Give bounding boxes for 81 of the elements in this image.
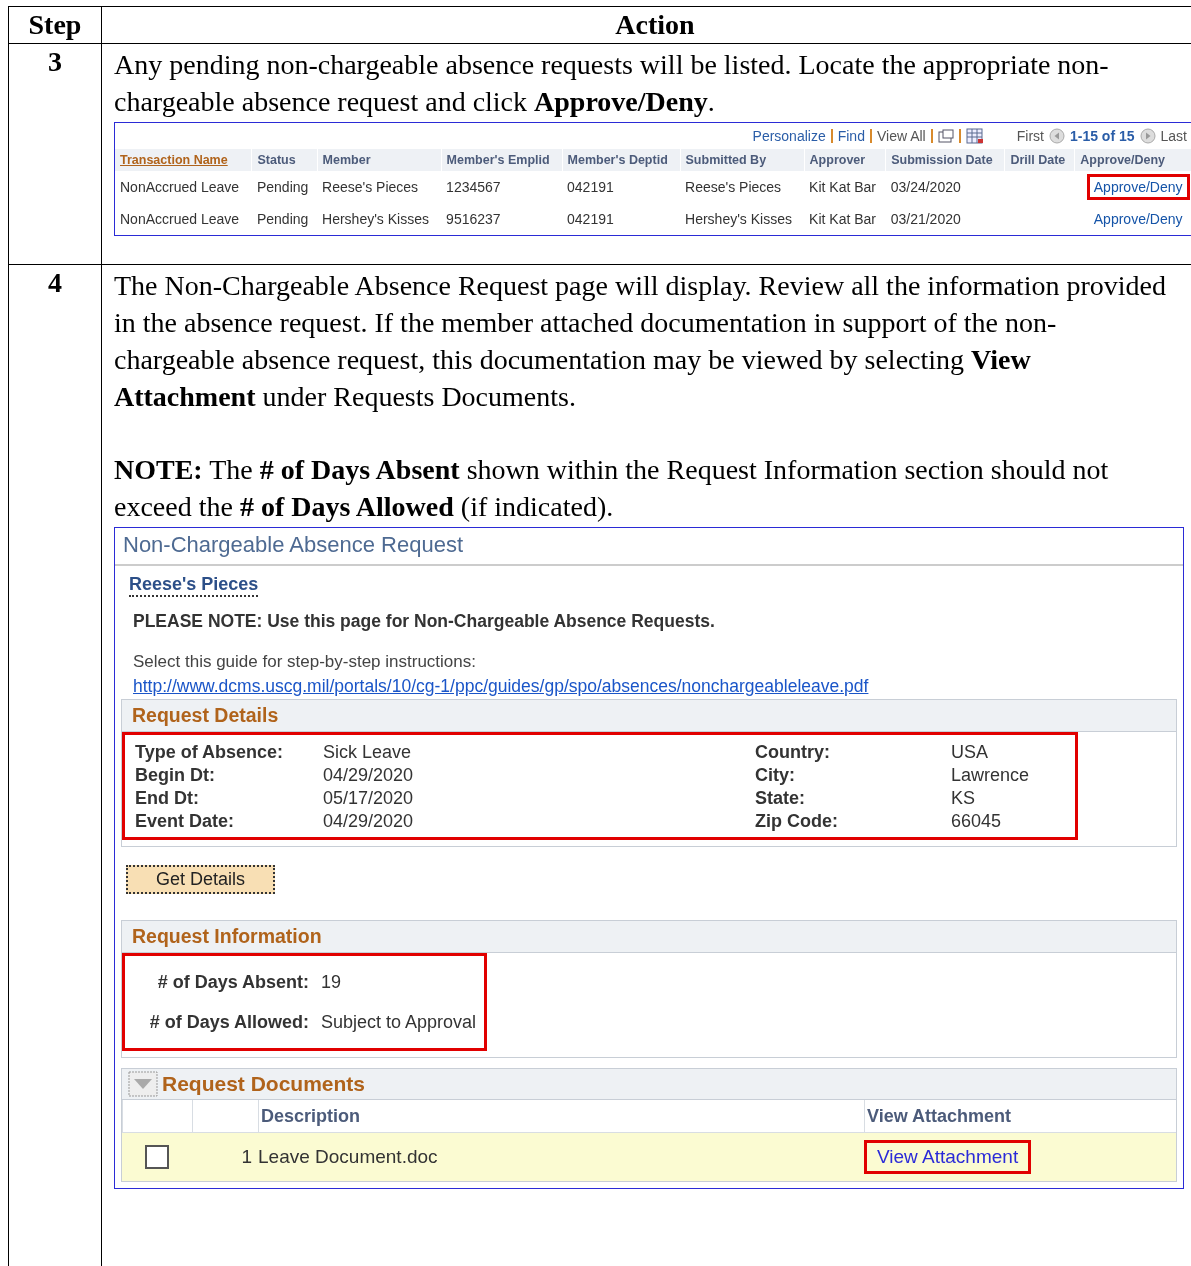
table-cell: Hershey's Kisses: [685, 211, 792, 227]
page-range: 1-15 of 15: [1069, 128, 1135, 144]
field-label: Event Date:: [135, 810, 236, 833]
table-cell: 042191: [567, 179, 614, 195]
get-details-button[interactable]: Get Details: [126, 865, 276, 894]
table-cell: 03/21/2020: [890, 211, 961, 227]
next-icon[interactable]: [1139, 128, 1156, 144]
column-header[interactable]: Drill Date: [1004, 149, 1075, 171]
step-number: 3: [48, 46, 62, 77]
find-link[interactable]: Find: [837, 128, 865, 144]
table-cell: Kit Kat Bar: [809, 211, 876, 227]
column-header: Description: [261, 1105, 361, 1127]
column-header[interactable]: Member's Emplid: [441, 149, 563, 171]
column-header[interactable]: Transaction Name: [115, 149, 252, 171]
field-label: End Dt:: [135, 787, 200, 810]
table-cell: Pending: [256, 211, 309, 227]
guide-link[interactable]: http://www.dcms.uscg.mil/portals/10/cg-1/ppc/guides/gp/spo/absences/nonchargeableleave.pdf: [133, 676, 869, 697]
section-title: Request Details: [132, 704, 279, 726]
column-header[interactable]: Approver: [804, 149, 886, 171]
field-value: 04/29/2020: [323, 810, 414, 833]
field-label: Begin Dt:: [135, 764, 216, 787]
spreadsheet-icon[interactable]: [965, 128, 984, 144]
instruction-text: NOTE: The # of Days Absent shown within the Request Information section should not exceed the # of Days Allowed (if indicated).: [114, 453, 1110, 524]
field-value: 05/17/2020: [323, 787, 414, 810]
field-value: Sick Leave: [323, 741, 412, 764]
page-title: Non-Chargeable Absence Request: [115, 528, 1183, 566]
table-header-cell: Step: [9, 7, 102, 44]
field-value: 19: [321, 971, 342, 994]
collapse-icon[interactable]: [128, 1071, 158, 1097]
table-header-cell: Action: [102, 7, 1191, 44]
field-label: Type of Absence:: [135, 741, 285, 764]
table-cell: 9516237: [446, 211, 501, 227]
field-value: KS: [951, 787, 975, 810]
table-cell: Hershey's Kisses: [322, 211, 429, 227]
table-cell: NonAccrued Leave: [120, 179, 240, 195]
view-all-link[interactable]: View All: [876, 128, 926, 144]
table-cell: Pending: [256, 179, 309, 195]
field-value: USA: [951, 741, 988, 764]
field-value: 66045: [951, 810, 1002, 833]
field-label: Zip Code:: [755, 810, 839, 833]
row-number: 1: [241, 1146, 252, 1167]
table-cell: 03/24/2020: [890, 179, 961, 195]
column-header[interactable]: Approve/Deny: [1074, 149, 1191, 171]
field-value: 04/29/2020: [323, 764, 414, 787]
field-label: # of Days Allowed:: [148, 1011, 309, 1034]
section-title: Request Information: [132, 925, 322, 947]
column-header: View Attachment: [867, 1105, 1012, 1127]
field-label: City:: [755, 764, 796, 787]
column-header[interactable]: Member: [317, 149, 442, 171]
note-text: PLEASE NOTE: Use this page for Non-Chargeable Absence Requests.: [132, 610, 716, 632]
guide-label: Select this guide for step-by-step instructions:: [132, 651, 477, 673]
new-window-icon[interactable]: [937, 129, 954, 143]
table-cell: 042191: [567, 211, 614, 227]
field-label: State:: [755, 787, 806, 810]
last-label: Last: [1160, 128, 1187, 144]
section-title: Request Documents: [162, 1072, 366, 1096]
previous-icon[interactable]: [1048, 128, 1065, 144]
first-label: First: [1016, 128, 1044, 144]
member-name-link[interactable]: Reese's Pieces: [129, 574, 259, 597]
field-value: Lawrence: [951, 764, 1030, 787]
field-label: # of Days Absent:: [156, 971, 309, 994]
instruction-text: The Non-Chargeable Absence Request page will display. Review all the information provided in the absence request. If the member attached documentation in support of the non-chargeable absence request, this documentation may be viewed by selecting View Attachment under Requests Documents.: [114, 269, 1168, 414]
personalize-link[interactable]: Personalize: [752, 128, 826, 144]
field-value: Subject to Approval: [321, 1011, 477, 1034]
instruction-text: Any pending non-chargeable absence requests will be listed. Locate the appropriate non-chargeable absence request and click Approve/Deny.: [114, 48, 1110, 119]
step-number: 4: [48, 267, 62, 298]
checkbox[interactable]: [145, 1145, 169, 1169]
field-label: Country:: [755, 741, 831, 764]
column-header[interactable]: Member's Deptid: [562, 149, 681, 171]
column-header[interactable]: Status: [251, 149, 318, 171]
table-cell: Reese's Pieces: [685, 179, 782, 195]
approve-deny-link[interactable]: Approve/Deny: [1086, 206, 1190, 232]
view-attachment-link[interactable]: View Attachment: [864, 1140, 1032, 1174]
table-cell: NonAccrued Leave: [120, 211, 240, 227]
table-cell: Reese's Pieces: [322, 179, 419, 195]
column-header[interactable]: Submission Date: [885, 149, 1005, 171]
table-cell: 1234567: [446, 179, 501, 195]
column-header[interactable]: Submitted By: [680, 149, 805, 171]
table-cell: Kit Kat Bar: [809, 179, 876, 195]
table-cell: Leave Document.doc: [258, 1146, 438, 1167]
approve-deny-link[interactable]: Approve/Deny: [1086, 174, 1190, 200]
